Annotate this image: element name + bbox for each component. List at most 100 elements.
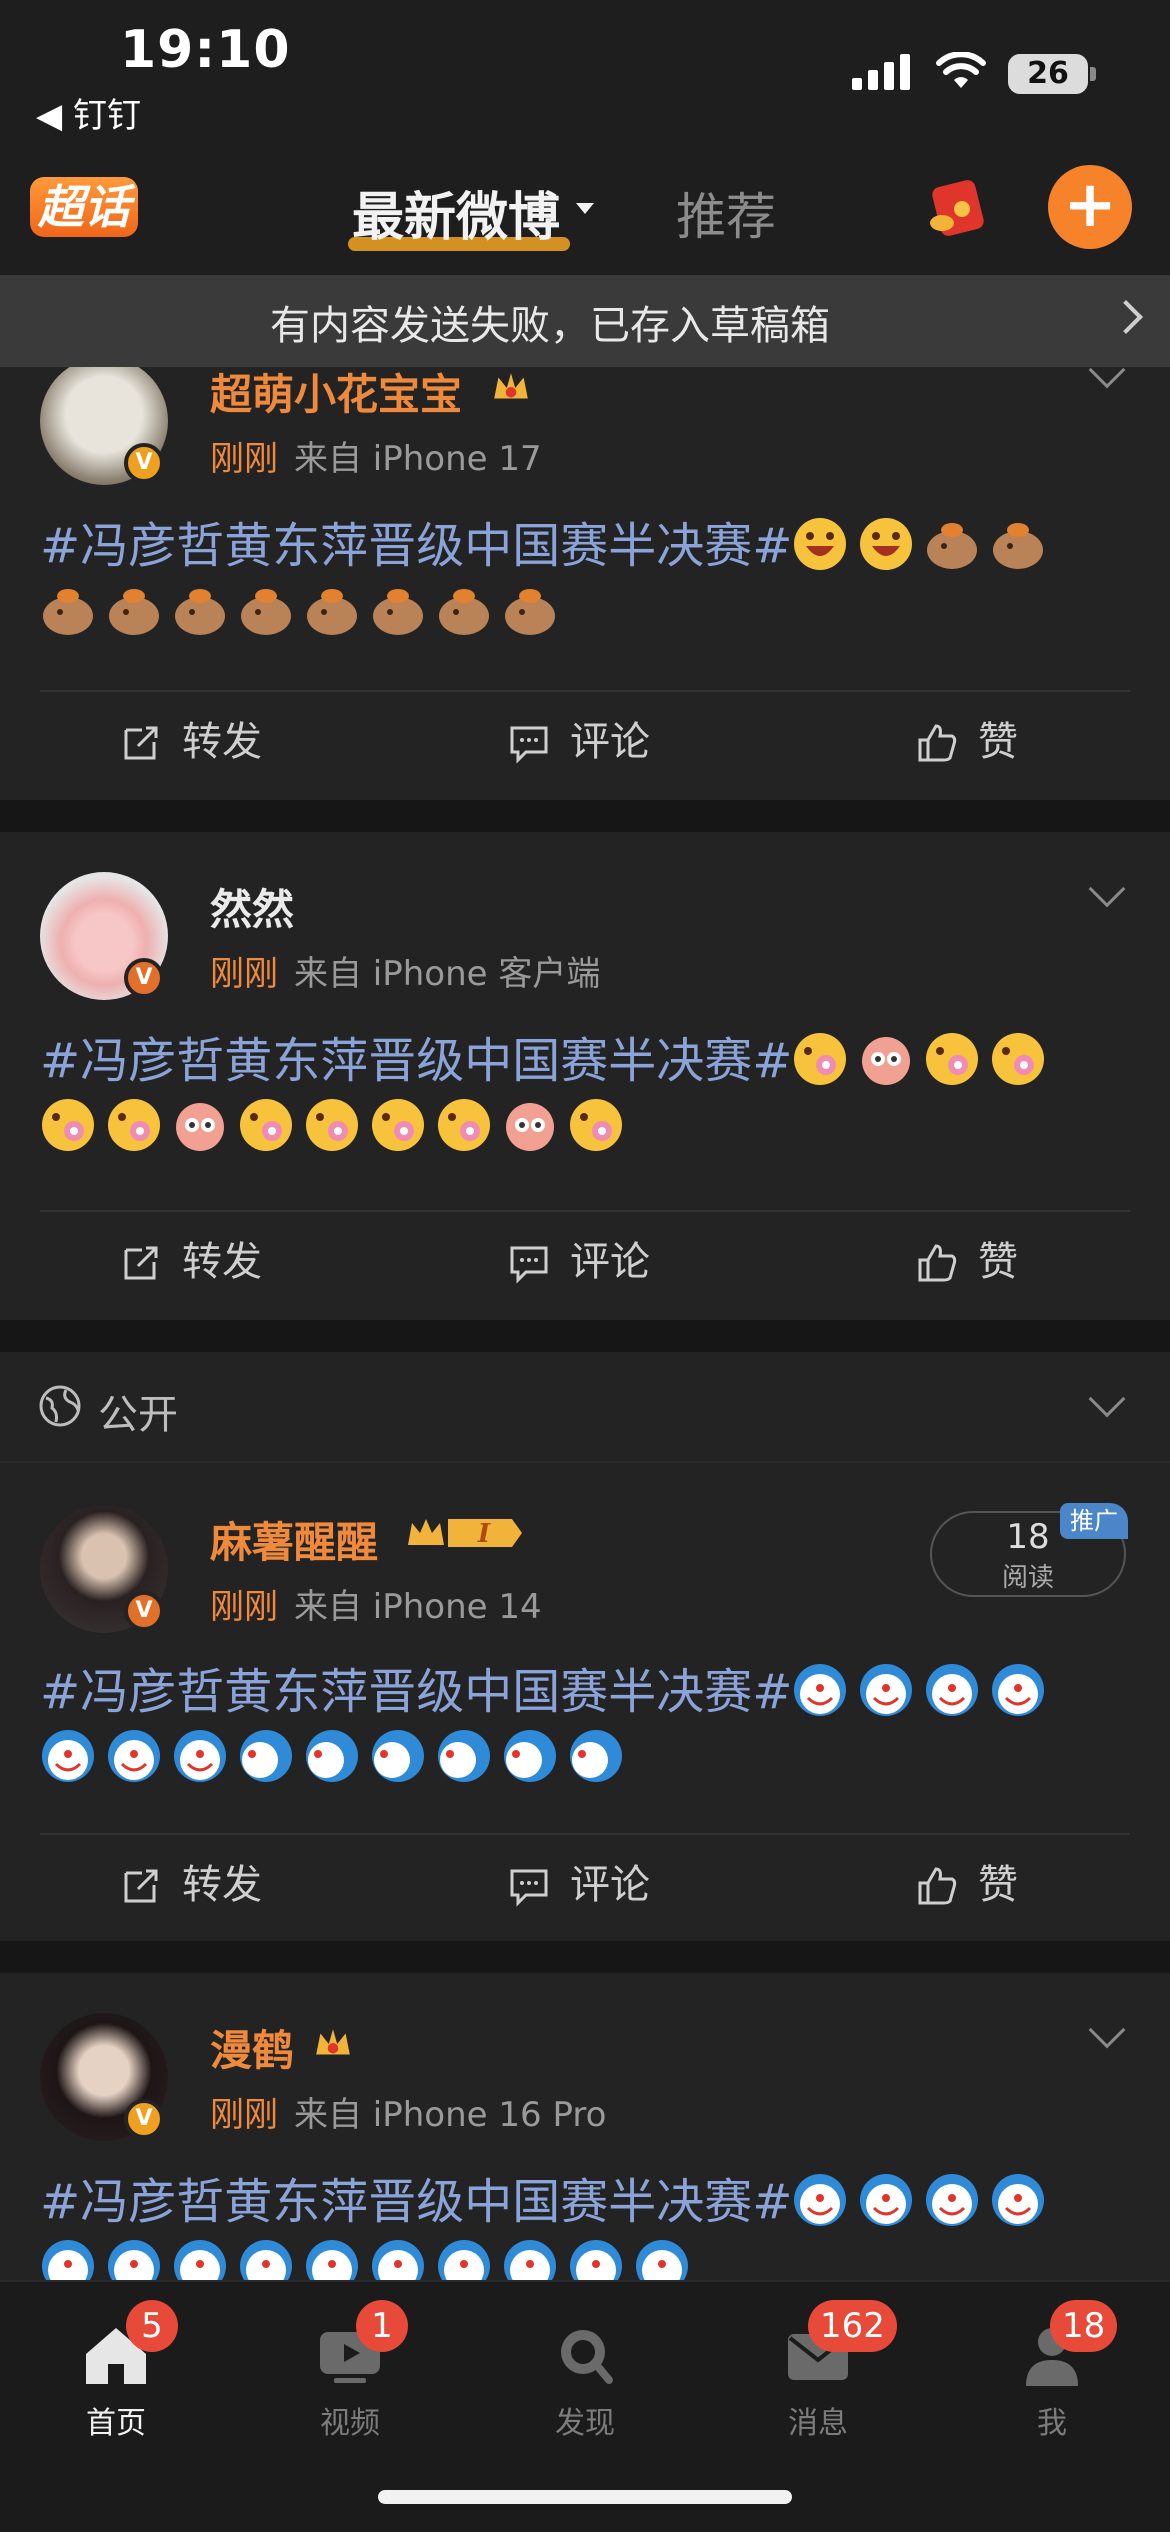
repost-icon (124, 1869, 158, 1903)
flower-face-emoji-icon (438, 1099, 490, 1151)
tab-latest-weibo[interactable]: 最新微博 (352, 175, 560, 250)
post-meta: 刚刚 来自 iPhone 14 (210, 1579, 542, 1628)
repost-label: 转发 (182, 1239, 262, 1285)
doraemon-emoji-icon (372, 2240, 424, 2280)
repost-icon (124, 1246, 158, 1280)
doraemon-emoji-icon (108, 1730, 160, 1782)
flower-face-emoji-icon (926, 1033, 979, 1085)
doraemon-emoji-icon (570, 2240, 622, 2280)
post-card[interactable]: V 麻薯醒醒 I 刚刚 来自 iPhone 14 18 阅读 推广 #冯彦哲黄东萍… (0, 1463, 1170, 1941)
topic-link[interactable]: #冯彦哲黄东萍晋级中国赛半决赛# (40, 518, 792, 574)
like-label: 赞 (978, 719, 1018, 765)
doraemon-emoji-icon (926, 2174, 979, 2226)
post-card[interactable]: V 漫鹤 刚刚 来自 iPhone 16 Pro #冯彦哲黄东萍晋级中国赛半决赛# (0, 1973, 1170, 2280)
flower-face-emoji-icon (372, 1099, 424, 1151)
pink-creature-emoji-icon (862, 1037, 911, 1085)
capybara-emoji-icon (927, 523, 978, 569)
doraemon-side-emoji-icon (504, 1730, 556, 1782)
doraemon-emoji-icon (794, 2174, 847, 2226)
post-author-name[interactable]: 超萌小花宝宝 (210, 367, 462, 422)
doraemon-emoji-icon (240, 2240, 292, 2280)
capybara-emoji-icon (109, 589, 159, 635)
laughing-face-emoji-icon (794, 518, 847, 570)
post-source: 来自 iPhone 16 Pro (294, 2095, 607, 2135)
crown-icon (316, 2029, 350, 2055)
post-content: #冯彦哲黄东萍晋级中国赛半决赛# (40, 2169, 1130, 2280)
capybara-emoji-icon (43, 589, 93, 635)
capybara-emoji-icon (373, 589, 423, 635)
post-card[interactable]: V 超萌小花宝宝 刚刚 来自 iPhone 17 #冯彦哲黄东萍晋级中国赛半决赛#… (0, 367, 1170, 800)
tab-recommend[interactable]: 推荐 (676, 177, 776, 249)
flower-face-emoji-icon (108, 1099, 160, 1151)
doraemon-emoji-icon (438, 2240, 490, 2280)
repost-label: 转发 (182, 1862, 262, 1908)
post-time: 刚刚 (210, 1587, 278, 1627)
promotion-badge: 推广 (1060, 1503, 1128, 1539)
post-content: #冯彦哲黄东萍晋级中国赛半决赛# (40, 513, 1130, 645)
tab-video[interactable]: 1 视频 (280, 2300, 420, 2442)
post-content: #冯彦哲黄东萍晋级中国赛半决赛# (40, 1659, 1130, 1791)
topic-link[interactable]: #冯彦哲黄东萍晋级中国赛半决赛# (40, 1033, 792, 1089)
home-indicator[interactable] (378, 2490, 792, 2504)
draft-failed-banner[interactable]: 有内容发送失败，已存入草稿箱 (0, 275, 1170, 367)
comment-icon (510, 726, 548, 764)
topic-link[interactable]: #冯彦哲黄东萍晋级中国赛半决赛# (40, 1664, 792, 1720)
post-time: 刚刚 (210, 954, 278, 994)
doraemon-side-emoji-icon (306, 1730, 358, 1782)
like-label: 赞 (978, 1239, 1018, 1285)
capybara-emoji-icon (439, 589, 489, 635)
flower-face-emoji-icon (794, 1033, 847, 1085)
banner-text: 有内容发送失败，已存入草稿箱 (270, 303, 830, 349)
discover-search-icon (561, 2330, 613, 2384)
tab-discover[interactable]: 发现 (515, 2322, 655, 2442)
tab-me[interactable]: 18 我 (982, 2300, 1122, 2442)
status-time: 19:10 (120, 20, 291, 80)
capybara-emoji-icon (307, 589, 357, 635)
topic-link[interactable]: #冯彦哲黄东萍晋级中国赛半决赛# (40, 2174, 792, 2230)
doraemon-emoji-icon (926, 1664, 979, 1716)
chevron-down-icon[interactable] (1088, 870, 1126, 908)
chevron-down-icon[interactable] (1088, 1380, 1126, 1418)
caret-down-icon[interactable] (576, 203, 594, 214)
doraemon-emoji-icon (636, 2240, 688, 2280)
doraemon-emoji-icon (42, 2240, 94, 2280)
post-author-name[interactable]: 漫鹤 (210, 2017, 294, 2078)
repost-icon (124, 726, 158, 760)
post-source: 来自 iPhone 17 (294, 439, 542, 479)
back-to-app-link[interactable]: ◀ 钉钉 (36, 88, 141, 137)
tab-me-label: 我 (1037, 2406, 1067, 2441)
home-badge: 5 (126, 2300, 178, 2352)
doraemon-emoji-icon (42, 1730, 94, 1782)
compose-plus-button[interactable]: + (1048, 165, 1132, 249)
tab-discover-label: 发现 (555, 2406, 615, 2441)
chevron-down-icon[interactable] (1088, 2011, 1126, 2049)
red-packet-icon[interactable] (928, 177, 994, 239)
tab-home[interactable]: 5 首页 (46, 2300, 186, 2442)
flower-face-emoji-icon (240, 1099, 292, 1151)
verified-badge-icon: V (124, 958, 164, 998)
tab-messages[interactable]: 162 消息 (748, 2300, 897, 2442)
wifi-icon (936, 52, 986, 88)
thumbs-up-icon (918, 1867, 957, 1905)
post-author-name[interactable]: 麻薯醒醒 (210, 1509, 378, 1570)
capybara-emoji-icon (505, 589, 555, 635)
doraemon-side-emoji-icon (570, 1730, 622, 1782)
doraemon-emoji-icon (794, 1664, 847, 1716)
post-actions: 转发 评论 赞 (0, 1835, 1170, 1935)
post-time: 刚刚 (210, 439, 278, 479)
chevron-down-icon[interactable] (1088, 367, 1126, 389)
comment-icon (510, 1246, 548, 1284)
comment-icon (510, 1869, 548, 1907)
post-card[interactable]: V 然然 刚刚 来自 iPhone 客户端 #冯彦哲黄东萍晋级中国赛半决赛# 转发… (0, 832, 1170, 1320)
capybara-emoji-icon (993, 523, 1044, 569)
feed-gap (0, 800, 1170, 832)
post-author-name[interactable]: 然然 (210, 876, 294, 937)
battery-tip (1090, 67, 1096, 81)
doraemon-emoji-icon (860, 2174, 913, 2226)
flower-face-emoji-icon (306, 1099, 358, 1151)
chaohua-button[interactable]: 超话 (30, 177, 138, 237)
tab-messages-label: 消息 (788, 2406, 848, 2441)
verified-badge-icon: V (124, 1591, 164, 1631)
post-actions: 转发 评论 赞 (0, 1212, 1170, 1312)
pink-creature-emoji-icon (506, 1103, 554, 1151)
